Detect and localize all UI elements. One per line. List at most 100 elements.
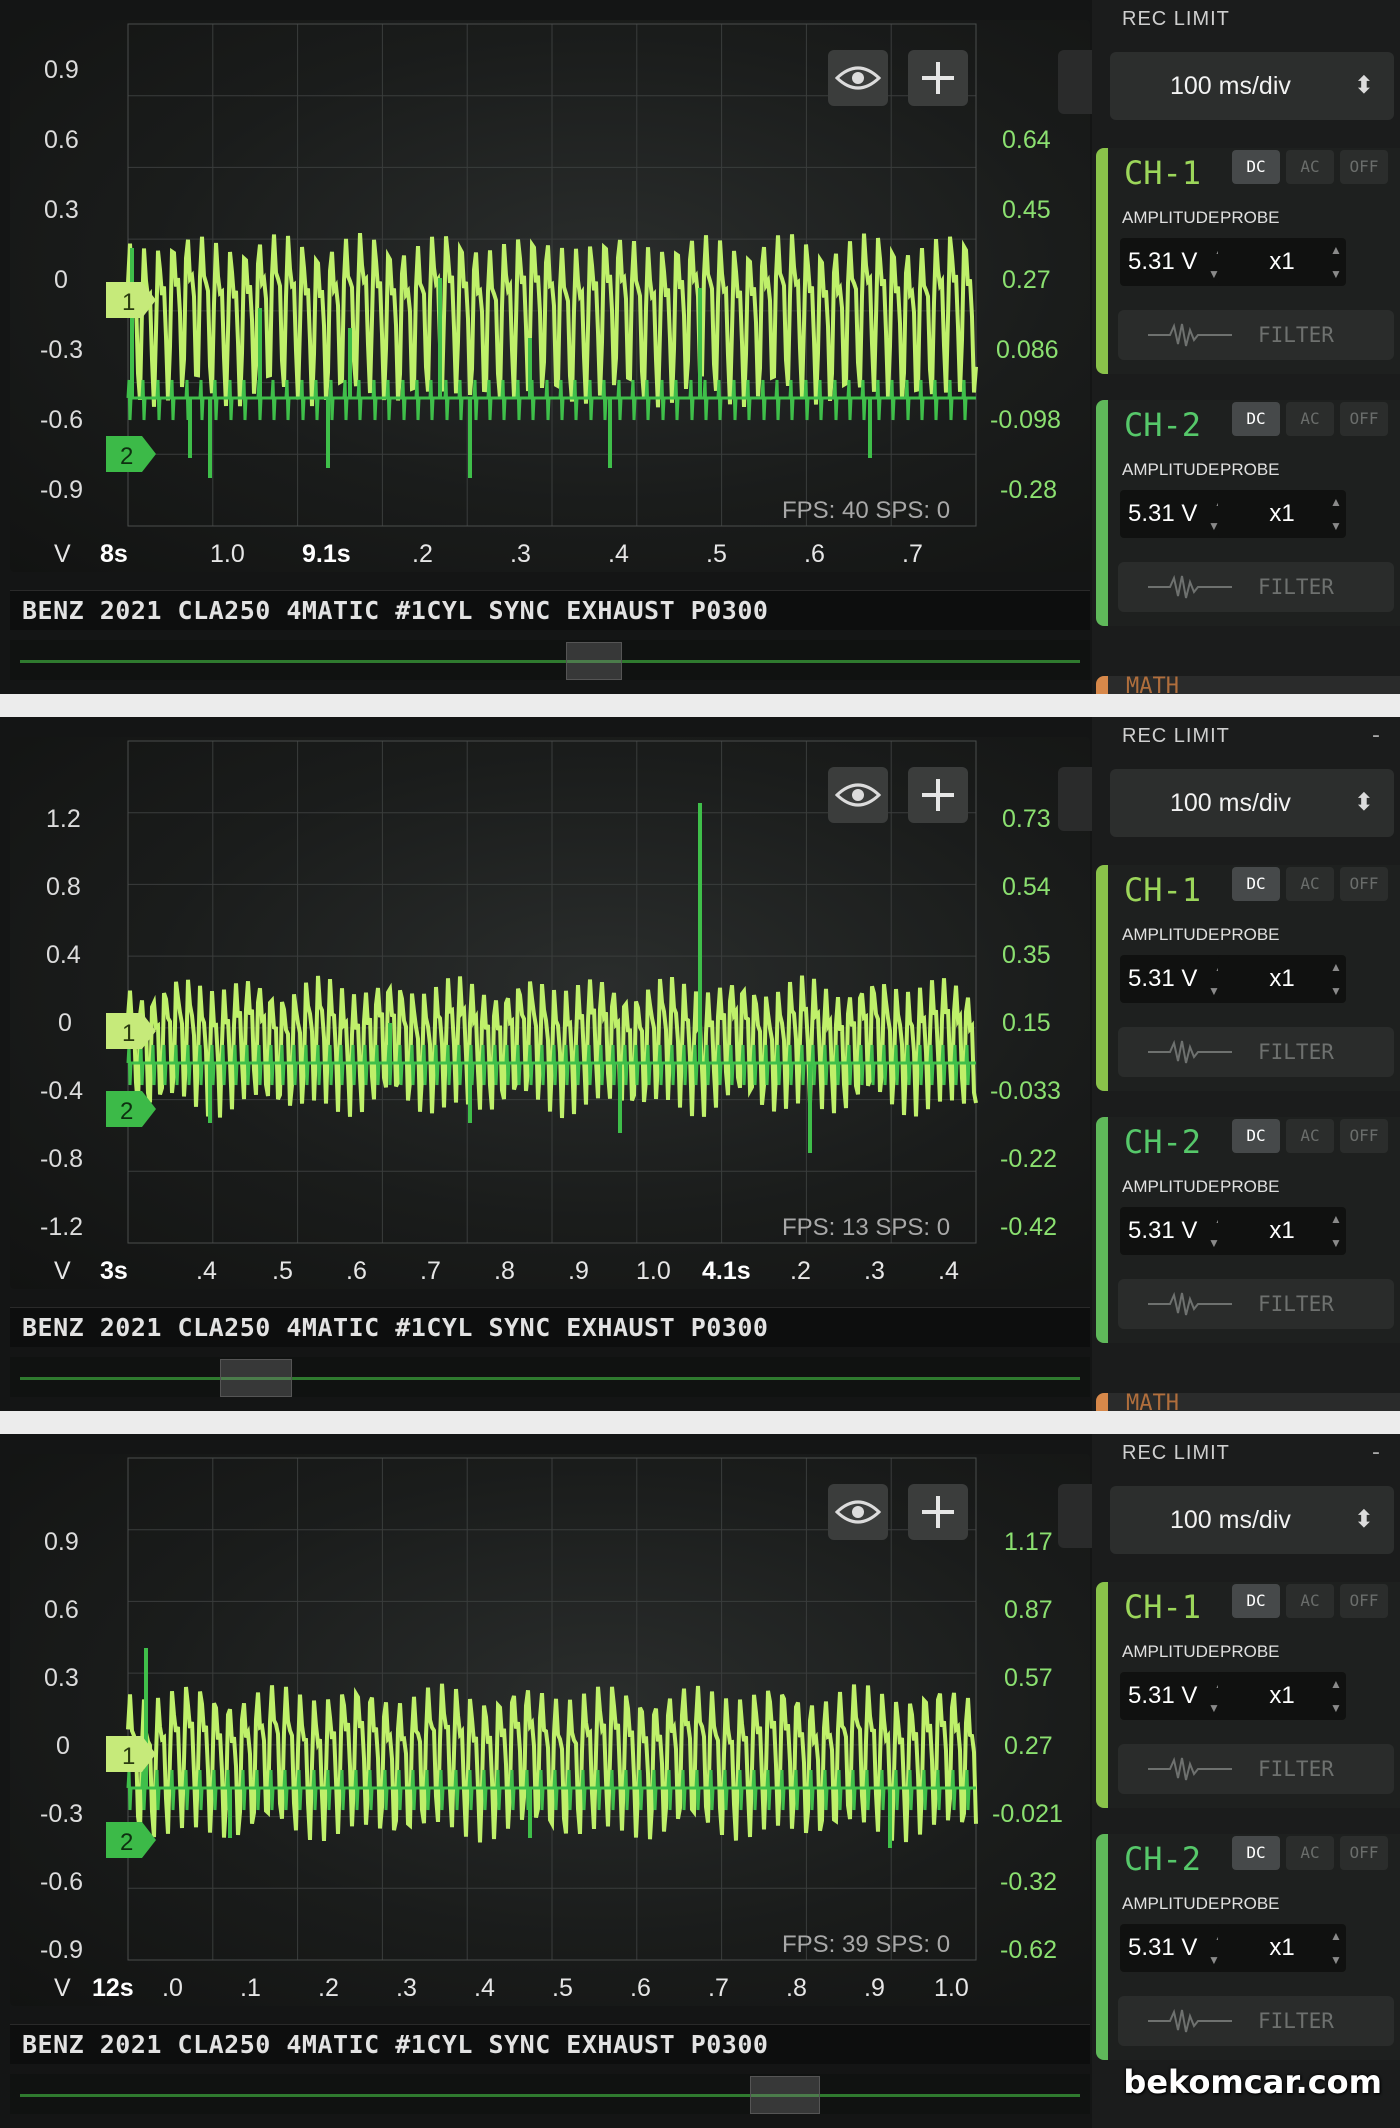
ch1-filter-button[interactable]: FILTER <box>1118 1744 1394 1794</box>
ch1-ac-button[interactable]: AC <box>1286 867 1334 901</box>
ch2-marker[interactable]: 2 <box>106 436 156 472</box>
ch1-dc-button[interactable]: DC <box>1232 1584 1280 1618</box>
ch1-probe-select[interactable]: x1 ▲ ▼ <box>1218 1672 1346 1720</box>
panel-drag-handle[interactable] <box>1058 767 1094 831</box>
visibility-button[interactable] <box>828 50 888 106</box>
y-tick-right: 0.54 <box>1002 873 1051 901</box>
ch1-amplitude-input[interactable]: 5.31 V ▲▼ <box>1120 1672 1226 1720</box>
x-tick: .7 <box>708 1974 729 2002</box>
ch1-probe-value: x1 <box>1269 248 1295 275</box>
rec-limit-label: REC LIMIT <box>1122 8 1230 30</box>
ch2-probe-select[interactable]: x1 ▲ ▼ <box>1218 490 1346 538</box>
amplitude-label: AMPLITUDE <box>1122 460 1220 479</box>
ch2-dc-button[interactable]: DC <box>1232 402 1280 436</box>
ch1-amplitude-value: 5.31 V <box>1128 965 1198 992</box>
plus-icon <box>922 1496 954 1528</box>
y-tick-right: 0.27 <box>1002 266 1051 294</box>
ch1-marker[interactable]: 1 <box>106 1013 156 1049</box>
ch2-off-button[interactable]: OFF <box>1340 1836 1388 1870</box>
capture-title: BENZ 2021 CLA250 4MATIC #1CYL SYNC EXHAU… <box>10 590 1090 630</box>
ch1-off-button[interactable]: OFF <box>1340 150 1388 184</box>
amplitude-label: AMPLITUDE <box>1122 925 1220 944</box>
ch2-amplitude-input[interactable]: 5.31 V ▲▼ <box>1120 490 1226 538</box>
timeline-overview[interactable] <box>10 2074 1090 2114</box>
ch2-marker[interactable]: 2 <box>106 1822 156 1858</box>
overview-window[interactable] <box>750 2076 820 2114</box>
y-tick: -0.8 <box>40 1145 83 1173</box>
panel-drag-handle[interactable] <box>1058 50 1094 114</box>
ch1-filter-button[interactable]: FILTER <box>1118 310 1394 360</box>
spinner-icon[interactable]: ▲▼ <box>1328 238 1344 286</box>
spinner-icon[interactable]: ▲▼ <box>1328 1672 1344 1720</box>
timebase-select[interactable]: 100 ms/div ⬍ <box>1110 769 1394 837</box>
y-tick-right: 0.73 <box>1002 805 1051 833</box>
ch2-filter-button[interactable]: FILTER <box>1118 562 1394 612</box>
spinner-icon[interactable]: ▲▼ <box>1328 1207 1344 1255</box>
ch1-filter-button[interactable]: FILTER <box>1118 1027 1394 1077</box>
ch1-ac-button[interactable]: AC <box>1286 150 1334 184</box>
sort-arrows-icon: ⬍ <box>1353 789 1374 816</box>
x-axis-unit: V <box>54 1974 71 2002</box>
eye-icon <box>835 66 881 90</box>
ch1-amplitude-input[interactable]: 5.31 V ▲▼ <box>1120 238 1226 286</box>
timeline-overview[interactable] <box>10 1357 1090 1397</box>
ch2-filter-button[interactable]: FILTER <box>1118 1279 1394 1329</box>
ch2-dc-button[interactable]: DC <box>1232 1836 1280 1870</box>
spinner-icon[interactable]: ▲▼ <box>1328 955 1344 1003</box>
math-panel[interactable]: MATH <box>1096 674 1400 694</box>
ch2-ac-button[interactable]: AC <box>1286 402 1334 436</box>
scope-view[interactable]: 0.9 0.6 0.3 0 -0.3 -0.6 -0.9 0.64 0.45 0… <box>10 20 1094 572</box>
rec-limit-value: - <box>1372 1440 1380 1465</box>
ch2-probe-value: x1 <box>1269 1217 1295 1244</box>
ch1-amplitude-input[interactable]: 5.31 V ▲▼ <box>1120 955 1226 1003</box>
ch2-amplitude-input[interactable]: 5.31 V ▲▼ <box>1120 1924 1226 1972</box>
timebase-select[interactable]: 100 ms/div ⬍ <box>1110 52 1394 120</box>
overview-window[interactable] <box>220 1359 292 1397</box>
add-button[interactable] <box>908 1484 968 1540</box>
ch1-ac-button[interactable]: AC <box>1286 1584 1334 1618</box>
probe-label: PROBE <box>1220 1642 1280 1661</box>
y-tick-right: -0.62 <box>1000 1936 1057 1964</box>
visibility-button[interactable] <box>828 767 888 823</box>
panel-drag-handle[interactable] <box>1058 1484 1094 1548</box>
y-tick-right: 0.35 <box>1002 941 1051 969</box>
y-tick: 0.3 <box>44 196 79 224</box>
eye-icon <box>835 1500 881 1524</box>
x-tick: .4 <box>938 1257 959 1285</box>
ch2-dc-button[interactable]: DC <box>1232 1119 1280 1153</box>
spinner-icon[interactable]: ▲▼ <box>1328 1924 1344 1972</box>
ch1-dc-button[interactable]: DC <box>1232 867 1280 901</box>
ch2-off-button[interactable]: OFF <box>1340 402 1388 436</box>
math-panel[interactable]: MATH <box>1096 1391 1400 1411</box>
scope-view[interactable]: 0.9 0.6 0.3 0 -0.3 -0.6 -0.9 1.17 0.87 0… <box>10 1454 1094 2006</box>
scope-view[interactable]: 1.2 0.8 0.4 0 -0.4 -0.8 -1.2 0.73 0.54 0… <box>10 737 1094 1289</box>
ch2-off-button[interactable]: OFF <box>1340 1119 1388 1153</box>
add-button[interactable] <box>908 50 968 106</box>
overview-window[interactable] <box>566 642 622 680</box>
ch1-filter-label: FILTER <box>1258 1040 1334 1064</box>
ch1-off-button[interactable]: OFF <box>1340 867 1388 901</box>
ch1-dc-button[interactable]: DC <box>1232 150 1280 184</box>
ch2-amplitude-input[interactable]: 5.31 V ▲▼ <box>1120 1207 1226 1255</box>
timeline-overview[interactable] <box>10 640 1090 680</box>
filter-waveform-icon <box>1148 1039 1232 1064</box>
ch2-ac-button[interactable]: AC <box>1286 1836 1334 1870</box>
eye-icon <box>835 783 881 807</box>
spinner-icon[interactable]: ▲▼ <box>1328 490 1344 538</box>
x-tick: 12s <box>92 1974 134 2002</box>
ch2-ac-button[interactable]: AC <box>1286 1119 1334 1153</box>
add-button[interactable] <box>908 767 968 823</box>
x-tick: 8s <box>100 540 128 568</box>
timebase-select[interactable]: 100 ms/div ⬍ <box>1110 1486 1394 1554</box>
ch2-probe-select[interactable]: x1 ▲ ▼ <box>1218 1207 1346 1255</box>
ch2-filter-button[interactable]: FILTER <box>1118 1996 1394 2046</box>
x-tick: .5 <box>552 1974 573 2002</box>
amplitude-label: AMPLITUDE <box>1122 1894 1220 1913</box>
ch1-probe-select[interactable]: x1 ▲ ▼ <box>1218 238 1346 286</box>
visibility-button[interactable] <box>828 1484 888 1540</box>
y-tick: 0 <box>54 266 68 294</box>
ch1-off-button[interactable]: OFF <box>1340 1584 1388 1618</box>
ch2-probe-select[interactable]: x1 ▲ ▼ <box>1218 1924 1346 1972</box>
ch1-name: CH-1 <box>1124 871 1202 909</box>
ch1-probe-select[interactable]: x1 ▲ ▼ <box>1218 955 1346 1003</box>
